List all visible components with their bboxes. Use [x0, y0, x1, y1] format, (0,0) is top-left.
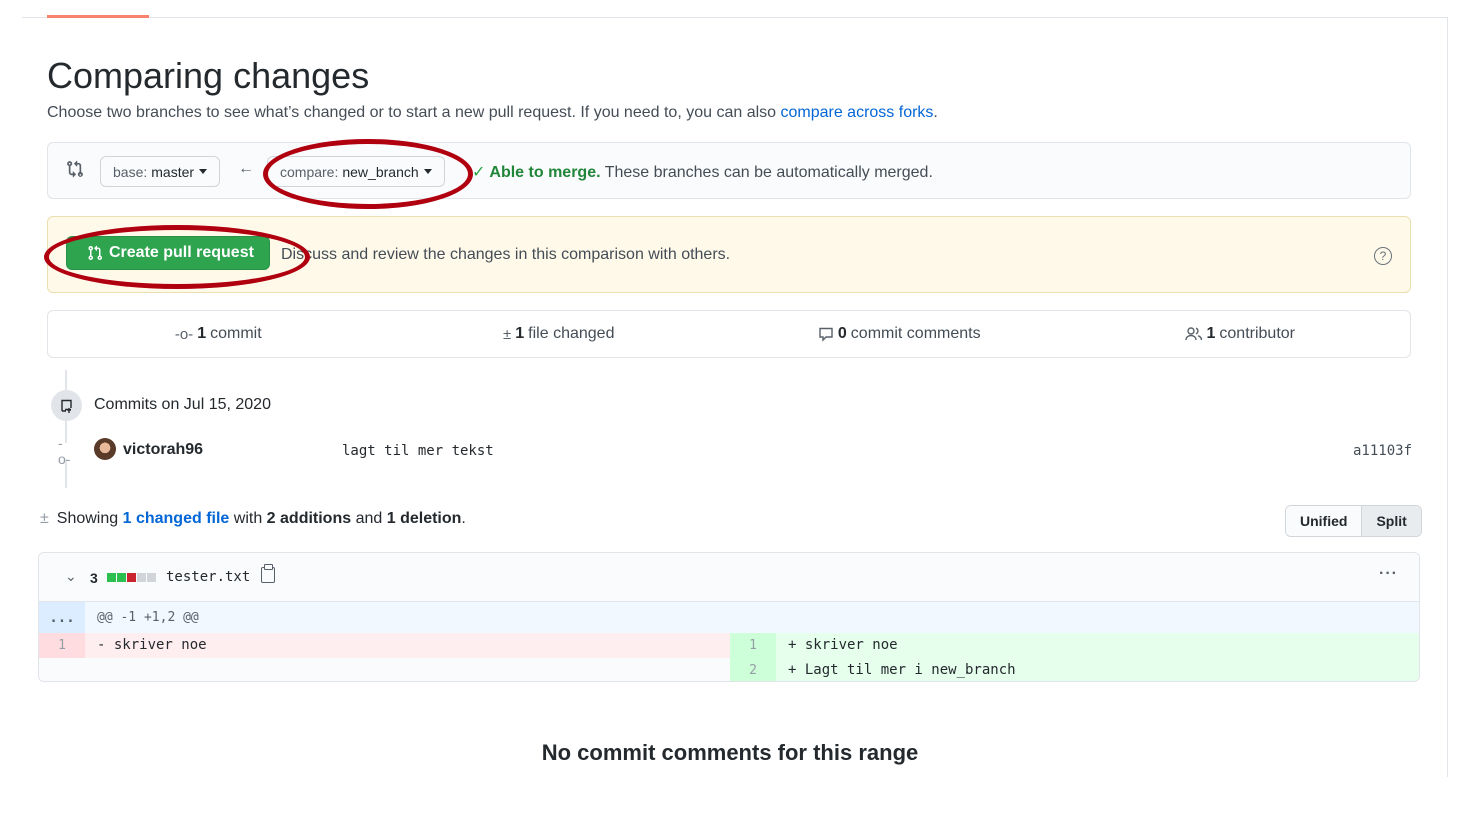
diffstat-block-del: [127, 573, 136, 582]
subtitle-text: Choose two branches to see what’s change…: [47, 104, 781, 121]
unified-view-button[interactable]: Unified: [1286, 506, 1362, 536]
subtitle-end: .: [933, 104, 938, 121]
diff-icon: ±: [503, 325, 512, 343]
page-title: Comparing changes: [47, 55, 370, 96]
diff-icon: ±: [40, 510, 49, 527]
diff-line-added: 1 + skriver noe: [730, 633, 1419, 658]
diff-summary: ± Showing 1 changed file with 2 additions…: [40, 510, 466, 528]
caret-down-icon: [423, 169, 432, 174]
check-icon: ✓: [472, 164, 486, 181]
kebab-menu-icon[interactable]: ···: [1379, 565, 1398, 583]
merge-status-label: Able to merge.: [489, 164, 601, 181]
question-icon[interactable]: ?: [1374, 247, 1392, 265]
no-comments-message: No commit comments for this range: [541, 740, 919, 765]
file-name[interactable]: tester.txt: [166, 569, 250, 585]
comments-count: 0: [837, 325, 847, 342]
create-description: Discuss and review the changes in this c…: [281, 246, 731, 263]
clipboard-icon[interactable]: [261, 564, 275, 583]
file-diff: ⌄ 3 tester.txt ··· ... @@ -1 +1,2 @@ 1 -…: [38, 552, 1420, 682]
with-label: with: [233, 510, 263, 527]
diffstat-block-neutral: [137, 573, 146, 582]
contributors-tab[interactable]: 1 contributor: [1070, 311, 1411, 357]
people-icon: [1184, 327, 1202, 341]
line-number[interactable]: 1: [730, 633, 776, 658]
files-label: file changed: [528, 325, 615, 342]
diffstat-block-add: [117, 573, 126, 582]
page-subtitle: Choose two branches to see what’s change…: [47, 104, 938, 122]
arrow-left-icon: ←: [238, 160, 254, 177]
git-compare-icon: [67, 160, 83, 178]
contributors-count: 1: [1206, 325, 1216, 342]
header-divider: [22, 17, 1448, 18]
commit-comments-tab[interactable]: 0 commit comments: [729, 311, 1070, 357]
showing-label: Showing: [56, 510, 119, 527]
compare-branch-select[interactable]: compare: new_branch: [267, 156, 445, 187]
caret-down-icon: [199, 169, 208, 174]
commits-label: commit: [210, 325, 262, 342]
merge-status: ✓ Able to merge. These branches can be au…: [472, 162, 933, 182]
line-number[interactable]: 1: [39, 633, 85, 658]
comments-label: commit comments: [850, 325, 981, 342]
create-pull-request-label: Create pull request: [109, 244, 254, 261]
base-branch-name: master: [151, 163, 195, 180]
diffstat-bar: [107, 573, 156, 582]
base-branch-select[interactable]: base: master: [100, 156, 221, 187]
line-number[interactable]: 2: [730, 658, 776, 681]
diff-line-deleted: 1 - skriver noe: [39, 633, 730, 658]
file-header: ⌄ 3 tester.txt ···: [39, 553, 1419, 602]
compare-branch-name: new_branch: [342, 163, 419, 180]
summary-end: .: [461, 510, 466, 527]
diff-line-empty: [39, 658, 730, 681]
compare-across-forks-link[interactable]: compare across forks: [780, 104, 933, 121]
hunk-header: @@ -1 +1,2 @@: [97, 610, 199, 625]
commit-author[interactable]: victorah96: [123, 441, 203, 459]
expand-hunk-icon[interactable]: ...: [39, 602, 85, 633]
additions-count: 2 additions: [266, 510, 352, 527]
timeline-line: [65, 370, 67, 488]
commits-count: 1: [197, 325, 207, 342]
commit-node-icon: -o-: [58, 435, 74, 467]
page-right-border: [1447, 17, 1448, 777]
diff-view-toggle: Unified Split: [1285, 505, 1422, 537]
diffstat-block-add: [107, 573, 116, 582]
base-prefix: base:: [113, 163, 148, 180]
chevron-down-icon[interactable]: ⌄: [65, 568, 77, 585]
split-view-button[interactable]: Split: [1361, 506, 1421, 536]
selected-tab-indicator: [47, 15, 149, 18]
contributors-label: contributor: [1219, 325, 1295, 342]
diff-line-added: 2 + Lagt til mer i new_branch: [730, 658, 1419, 681]
deletions-count: 1 deletion: [386, 510, 462, 527]
files-count: 1: [515, 325, 525, 342]
changed-files-link[interactable]: 1 changed file: [123, 510, 230, 527]
merge-status-detail: These branches can be automatically merg…: [604, 164, 933, 181]
files-changed-tab[interactable]: ± 1 file changed: [389, 311, 730, 357]
commit-sha[interactable]: a11103f: [1353, 443, 1412, 459]
line-code: + skriver noe: [788, 637, 898, 653]
line-code: - skriver noe: [97, 637, 207, 653]
avatar[interactable]: [94, 438, 116, 460]
file-change-count: 3: [90, 570, 98, 586]
commit-message[interactable]: lagt til mer tekst: [342, 443, 494, 459]
compare-prefix: compare:: [280, 163, 339, 180]
hunk-header-row: ... @@ -1 +1,2 @@: [39, 602, 1419, 633]
diffstat-block-neutral: [147, 573, 156, 582]
commits-tab[interactable]: -o- 1 commit: [48, 311, 389, 357]
commit-icon: -o-: [174, 325, 194, 343]
create-pull-request-button[interactable]: Create pull request: [66, 236, 270, 270]
repo-push-icon: [51, 390, 82, 421]
comment-icon: [819, 327, 833, 342]
compare-summary: -o- 1 commit ± 1 file changed 0 commit c…: [47, 310, 1411, 358]
line-code: + Lagt til mer i new_branch: [788, 662, 1016, 678]
commits-date-heading: Commits on Jul 15, 2020: [94, 396, 271, 413]
create-pull-request-bar: Create pull request Discuss and review t…: [47, 216, 1411, 293]
range-editor: base: master ← compare: new_branch ✓ Able…: [47, 142, 1411, 199]
and-label: and: [355, 510, 383, 527]
pull-request-icon: [88, 245, 103, 261]
